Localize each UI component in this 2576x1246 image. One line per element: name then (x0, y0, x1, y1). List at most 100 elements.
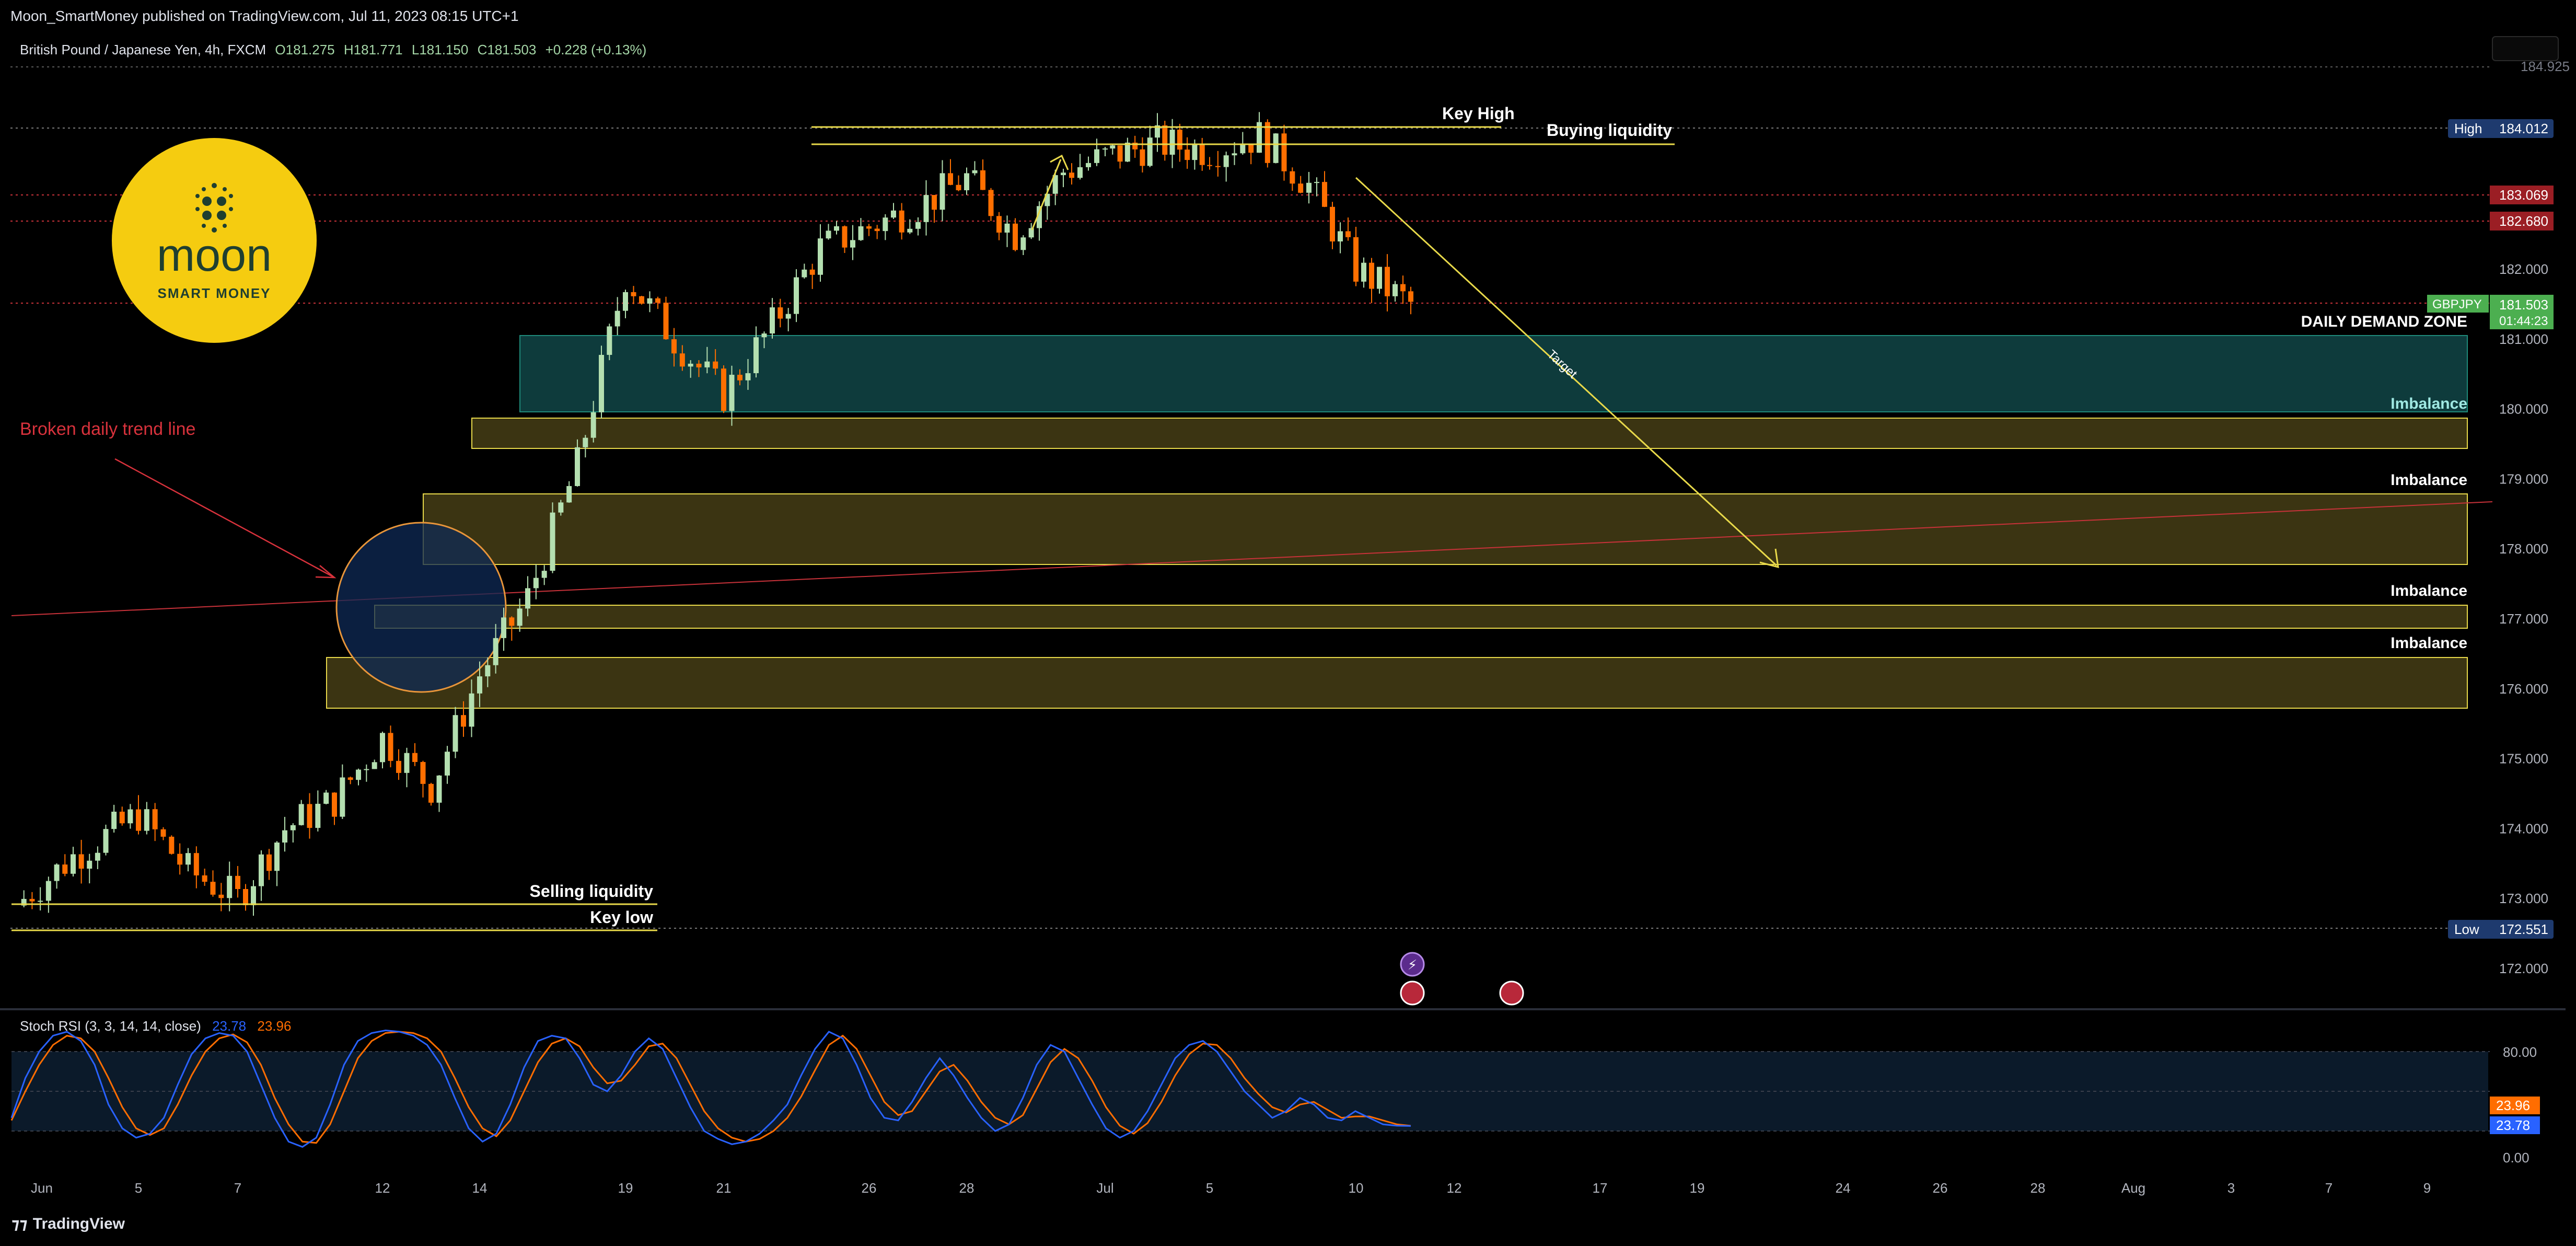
change-value: +0.228 (+0.13%) (546, 42, 647, 57)
candle-body-28 (251, 886, 256, 905)
candle-body-162 (1330, 206, 1335, 241)
candle-body-166 (1361, 262, 1366, 282)
candle-body-98 (818, 238, 823, 275)
tradingview-brand[interactable]: ⁊⁊ TradingView (11, 1215, 125, 1233)
time-tick-10: 5 (1206, 1180, 1213, 1196)
candle-body-6 (71, 854, 76, 874)
candle-body-19 (177, 853, 183, 865)
break-highlight-circle[interactable] (335, 522, 507, 693)
time-tick-16: 26 (1933, 1180, 1948, 1196)
candle-body-111 (923, 195, 929, 222)
candle-body-119 (988, 190, 994, 216)
candle-body-86 (721, 368, 726, 411)
candle-body-2 (38, 901, 43, 902)
candle-body-101 (842, 226, 848, 248)
candle-body-89 (745, 373, 751, 380)
candle-body-47 (404, 753, 410, 773)
rsi-k-badge-value: 23.78 (2496, 1117, 2530, 1133)
candle-body-161 (1322, 182, 1327, 207)
candle-body-44 (380, 733, 385, 763)
candle-body-115 (956, 184, 961, 190)
candle-body-135 (1117, 145, 1123, 162)
time-tick-6: 21 (716, 1180, 732, 1196)
candle-body-1 (29, 898, 35, 902)
time-tick-0: Jun (31, 1180, 53, 1196)
price-tick-4: 178.000 (2499, 541, 2548, 557)
selling-liquidity-label: Selling liquidity (530, 882, 654, 901)
candle-body-90 (753, 337, 759, 374)
time-tick-2: 7 (234, 1180, 241, 1196)
candle-body-102 (850, 240, 855, 248)
candle-body-134 (1110, 145, 1116, 149)
imbalance-label-1: Imbalance (2391, 395, 2467, 412)
uk-flag-event-icon-2[interactable] (1499, 980, 1524, 1006)
candle-body-128 (1061, 172, 1066, 176)
candle-body-77 (647, 298, 653, 304)
candle-body-69 (583, 437, 588, 447)
price-tick-6: 176.000 (2499, 681, 2548, 697)
symbol-name: British Pound / Japanese Yen, 4h, FXCM (20, 42, 266, 57)
candle-body-22 (202, 875, 207, 882)
stoch-rsi-pane[interactable]: Stoch RSI (3, 3, 14, 14, close) 23.78 23… (10, 1018, 2540, 1166)
imbalance-zone-4[interactable] (326, 657, 2468, 709)
candle-body-169 (1385, 267, 1390, 296)
candle-body-63 (533, 578, 539, 589)
candle-body-39 (340, 777, 345, 817)
demand-zone-label: DAILY DEMAND ZONE (2301, 313, 2467, 330)
imbalance-zone-2[interactable] (423, 493, 2468, 565)
candle-body-57 (485, 665, 491, 677)
candle-body-123 (1020, 237, 1026, 250)
candle-body-130 (1077, 167, 1083, 178)
candle-body-159 (1306, 182, 1312, 193)
candle-body-133 (1103, 148, 1108, 150)
rsi-tick-80: 80.00 (2503, 1044, 2537, 1060)
candle-body-165 (1353, 237, 1359, 282)
candle-body-31 (274, 843, 280, 871)
candle-body-81 (679, 353, 685, 367)
candle-body-82 (688, 363, 693, 367)
imbalance-label-4: Imbalance (2391, 634, 2467, 652)
candle-body-74 (623, 292, 628, 311)
candle-body-73 (614, 310, 620, 327)
candle-body-45 (388, 733, 393, 761)
candle-body-46 (396, 760, 401, 773)
imbalance-zone-3[interactable] (374, 605, 2468, 629)
candle-body-56 (477, 676, 482, 694)
candle-body-110 (915, 222, 921, 229)
time-tick-19: 3 (2227, 1180, 2235, 1196)
candle-body-14 (136, 809, 141, 831)
candle-body-43 (372, 762, 377, 769)
candle-body-10 (103, 829, 109, 853)
candle-body-94 (785, 314, 791, 319)
candle-body-18 (169, 836, 175, 854)
uk-flag-event-icon-1[interactable] (1400, 980, 1425, 1006)
candle-body-32 (282, 830, 287, 843)
candle-body-71 (599, 355, 604, 412)
candle-body-40 (347, 777, 353, 780)
candle-body-160 (1314, 182, 1319, 183)
price-tick-10: 172.000 (2499, 961, 2548, 976)
low-badge-label: Low (2454, 921, 2479, 937)
candle-body-84 (704, 361, 710, 367)
time-tick-13: 17 (1593, 1180, 1608, 1196)
candle-body-91 (761, 333, 767, 338)
candle-body-108 (899, 210, 904, 233)
candle-body-62 (525, 588, 530, 609)
candle-body-114 (948, 173, 953, 185)
tradingview-chart[interactable]: Key High Buying liquidity Selling liquid… (0, 32, 2576, 1204)
imbalance-zone-1[interactable] (471, 418, 2468, 449)
time-tick-20: 7 (2325, 1180, 2333, 1196)
candle-body-30 (266, 854, 272, 871)
candle-body-156 (1281, 133, 1287, 171)
symbol-legend[interactable]: British Pound / Japanese Yen, 4h, FXCM O… (20, 42, 646, 57)
candle-body-27 (243, 889, 248, 905)
time-axis[interactable]: Jun 5 7 12 14 19 21 26 28 Jul 5 10 12 17 19 24 26 28 Aug 3 7… (31, 1180, 2431, 1196)
candle-body-75 (631, 292, 636, 296)
time-tick-4: 14 (472, 1180, 488, 1196)
candle-body-138 (1140, 149, 1145, 166)
candle-body-155 (1273, 133, 1279, 163)
top-right-box[interactable] (2492, 36, 2559, 61)
candle-body-34 (298, 804, 304, 825)
daily-demand-zone[interactable] (519, 335, 2468, 412)
candle-body-141 (1162, 125, 1168, 155)
